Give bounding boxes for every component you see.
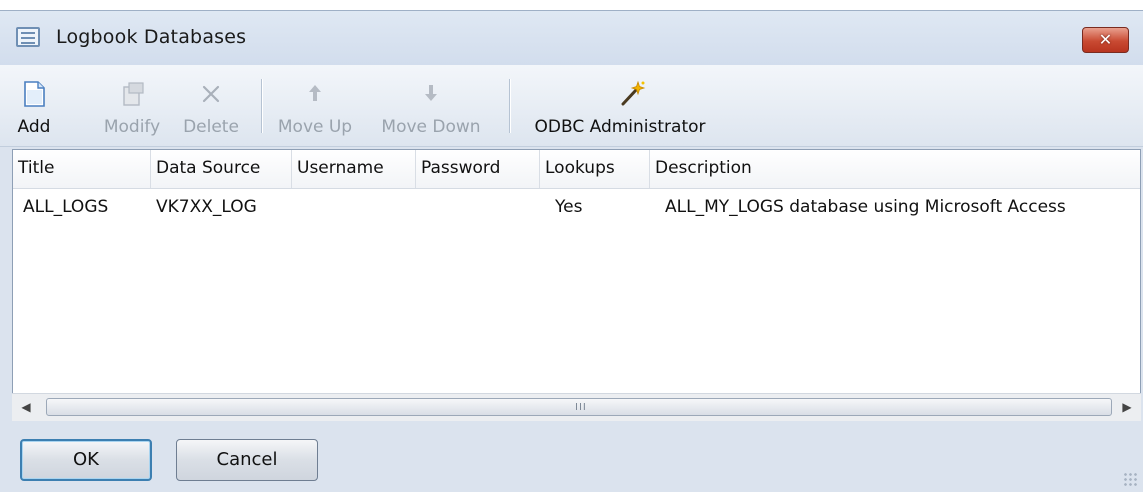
title-bar[interactable]: Logbook Databases ✕	[0, 11, 1143, 65]
app-list-icon	[16, 27, 40, 47]
odbc-administrator-button[interactable]: ODBC Administrator	[522, 65, 718, 145]
new-document-icon	[24, 81, 45, 107]
list-header: Title Data Source Username Password Look…	[13, 150, 1140, 189]
magic-wand-icon	[621, 80, 646, 106]
odbc-administrator-label: ODBC Administrator	[534, 117, 706, 137]
close-button[interactable]: ✕	[1082, 27, 1129, 53]
move-up-label: Move Up	[277, 117, 353, 137]
column-header-title[interactable]: Title	[13, 150, 151, 188]
add-label: Add	[17, 117, 51, 137]
cell-lookups: Yes	[555, 197, 583, 217]
arrow-down-icon	[425, 85, 437, 101]
column-header-password[interactable]: Password	[416, 150, 540, 188]
arrow-up-icon	[309, 85, 321, 101]
column-header-username[interactable]: Username	[292, 150, 416, 188]
ok-button[interactable]: OK	[20, 439, 152, 481]
delete-button[interactable]: Delete	[176, 65, 246, 145]
cell-description: ALL_MY_LOGS database using Microsoft Acc…	[665, 197, 1066, 217]
move-up-button[interactable]: Move Up	[272, 65, 358, 145]
modify-label: Modify	[103, 117, 161, 137]
cell-title: ALL_LOGS	[23, 197, 109, 217]
move-down-label: Move Down	[381, 117, 481, 137]
cell-data-source: VK7XX_LOG	[156, 197, 257, 217]
dialog-footer: OK Cancel	[0, 423, 1143, 492]
scroll-left-arrow-icon[interactable]: ◀	[12, 394, 40, 420]
logbook-databases-window: Logbook Databases ✕ Add Modify Delete Mo…	[0, 10, 1143, 492]
toolbar-separator	[261, 79, 262, 133]
cell-username	[292, 193, 416, 221]
scroll-grip-icon: III	[575, 402, 587, 413]
toolbar-separator	[509, 79, 510, 133]
cell-password	[416, 193, 540, 221]
resize-grip-icon[interactable]	[1123, 472, 1137, 486]
table-row[interactable]: ALL_LOGS VK7XX_LOG Yes ALL_MY_LOGS datab…	[13, 193, 1140, 221]
modify-button[interactable]: Modify	[96, 65, 168, 145]
databases-list[interactable]: Title Data Source Username Password Look…	[12, 149, 1141, 421]
modify-icon	[123, 82, 144, 106]
scroll-thumb[interactable]: III	[46, 398, 1112, 416]
delete-x-icon	[202, 85, 220, 103]
delete-label: Delete	[183, 117, 239, 137]
horizontal-scrollbar[interactable]: ◀ III ▶	[12, 393, 1141, 421]
window-title: Logbook Databases	[56, 26, 247, 48]
toolbar: Add Modify Delete Move Up Move Down ODBC…	[0, 65, 1143, 147]
add-button[interactable]: Add	[14, 65, 54, 145]
column-header-data-source[interactable]: Data Source	[151, 150, 292, 188]
scroll-right-arrow-icon[interactable]: ▶	[1113, 394, 1141, 420]
cancel-button[interactable]: Cancel	[176, 439, 318, 481]
move-down-button[interactable]: Move Down	[367, 65, 495, 145]
column-header-description[interactable]: Description	[650, 150, 1140, 188]
column-header-lookups[interactable]: Lookups	[540, 150, 650, 188]
